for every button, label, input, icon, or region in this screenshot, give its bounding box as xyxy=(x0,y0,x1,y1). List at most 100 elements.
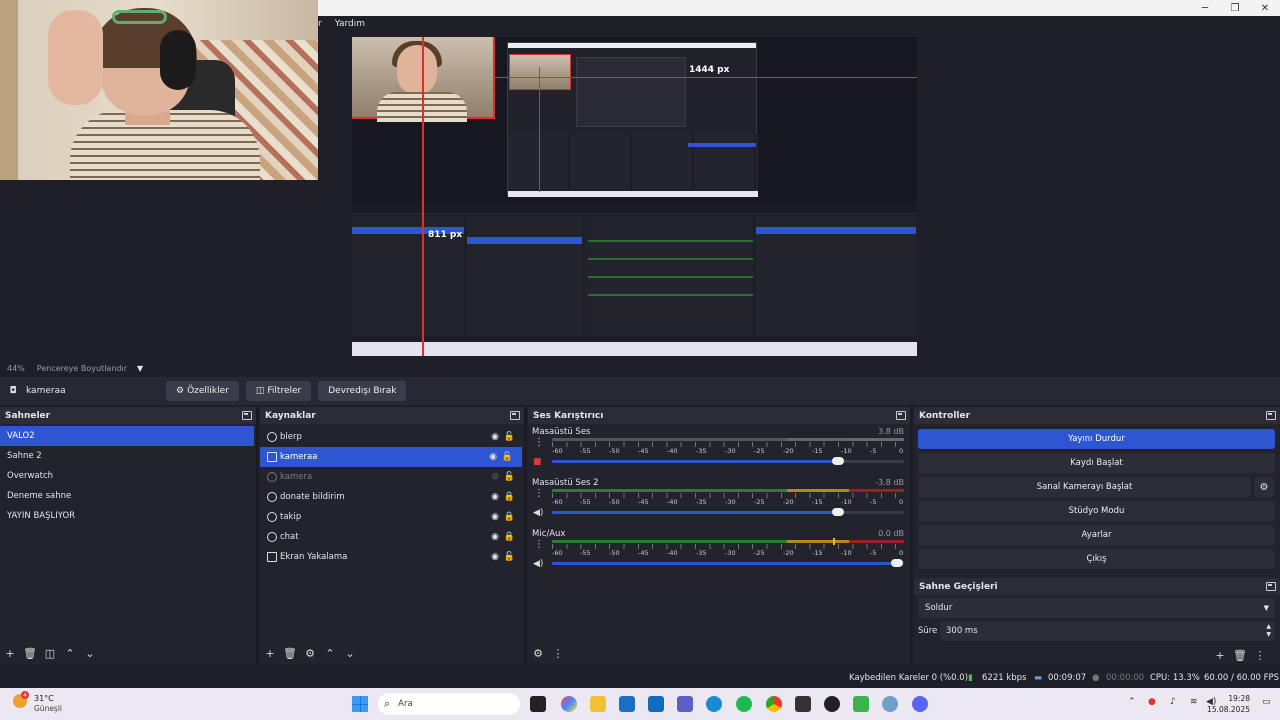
source-item[interactable]: takip ◉ 🔒 xyxy=(260,507,524,527)
menu-item-partial[interactable]: r xyxy=(318,19,327,29)
trash-icon[interactable]: 🗑 xyxy=(1230,649,1250,662)
start-virtual-camera-button[interactable]: Sanal Kamerayı Başlat xyxy=(918,477,1251,497)
arrow-down-icon[interactable]: ⌄ xyxy=(340,647,360,660)
menu-item-help[interactable]: Yardım xyxy=(327,19,370,29)
arrow-down-icon[interactable]: ⌄ xyxy=(80,647,100,660)
preview-canvas[interactable]: 1444 px 811 px xyxy=(352,37,917,356)
edge-icon[interactable] xyxy=(706,696,722,712)
volume-slider-handle[interactable] xyxy=(832,508,844,516)
undock-icon[interactable] xyxy=(242,411,252,420)
source-item[interactable]: chat ◉ 🔒 xyxy=(260,527,524,547)
source-item[interactable]: blerp ◉ 🔓 xyxy=(260,427,524,447)
volume-slider[interactable] xyxy=(552,460,838,463)
undock-icon[interactable] xyxy=(510,411,520,420)
scene-item[interactable]: YAYIN BAŞLIYOR xyxy=(0,506,256,526)
eye-hidden-icon[interactable]: ⊘ xyxy=(491,472,499,482)
copilot-icon[interactable] xyxy=(561,696,577,712)
trash-icon[interactable]: 🗑 xyxy=(20,647,40,660)
scene-item[interactable]: Overwatch xyxy=(0,466,256,486)
filters-button[interactable]: ◫ Filtreler xyxy=(245,381,312,401)
stop-streaming-button[interactable]: Yayını Durdur xyxy=(918,429,1275,449)
arrow-up-icon[interactable]: ⌃ xyxy=(320,647,340,660)
source-item[interactable]: Ekran Yakalama ◉ 🔓 xyxy=(260,547,524,567)
arrow-up-icon[interactable]: ⌃ xyxy=(60,647,80,660)
eye-icon[interactable]: ◉ xyxy=(491,432,499,442)
scene-item[interactable]: Sahne 2 xyxy=(0,446,256,466)
more-options-icon[interactable]: ⋮ xyxy=(534,437,544,448)
more-options-icon[interactable]: ⋮ xyxy=(548,647,568,660)
obs-icon[interactable] xyxy=(824,696,840,712)
volume-slider[interactable] xyxy=(552,562,897,565)
windows-start-icon[interactable] xyxy=(352,696,368,712)
deactivate-button[interactable]: Devredışı Bırak xyxy=(318,381,407,401)
eye-icon[interactable]: ◉ xyxy=(491,512,499,522)
lock-icon[interactable]: 🔒 xyxy=(504,492,515,502)
scene-item[interactable]: VALO2 xyxy=(0,426,254,446)
properties-button[interactable]: ⚙ Özellikler xyxy=(166,381,239,401)
trash-icon[interactable]: 🗑 xyxy=(280,647,300,660)
task-view-icon[interactable] xyxy=(530,696,546,712)
lock-icon[interactable]: 🔒 xyxy=(504,512,515,522)
unlock-icon[interactable]: 🔓 xyxy=(504,432,515,442)
source-item[interactable]: kamera ⊘ 🔓 xyxy=(260,467,524,487)
gear-icon[interactable]: ⚙ xyxy=(1254,477,1274,497)
microphone-icon[interactable]: ♪ xyxy=(1170,697,1176,707)
scene-item[interactable]: Deneme sahne xyxy=(0,486,256,506)
unlock-icon[interactable]: 🔓 xyxy=(504,472,515,482)
outlook-icon[interactable] xyxy=(648,696,664,712)
transition-select[interactable]: Soldur ▼ xyxy=(918,598,1275,618)
eye-icon[interactable]: ◉ xyxy=(491,552,499,562)
chevron-down-icon[interactable]: ▼ xyxy=(137,364,143,373)
add-icon[interactable]: + xyxy=(0,647,20,660)
close-icon[interactable]: ✕ xyxy=(1250,0,1280,16)
undock-icon[interactable] xyxy=(896,411,906,420)
source-item[interactable]: donate bildirim ◉ 🔒 xyxy=(260,487,524,507)
store-icon[interactable] xyxy=(619,696,635,712)
start-recording-button[interactable]: Kaydı Başlat xyxy=(918,453,1275,473)
discord-icon[interactable] xyxy=(912,696,928,712)
app-icon[interactable] xyxy=(795,696,811,712)
minimize-icon[interactable]: ─ xyxy=(1190,0,1220,16)
gear-icon[interactable]: ⚙ xyxy=(300,647,320,660)
teams-icon[interactable] xyxy=(677,696,693,712)
more-options-icon[interactable]: ⋮ xyxy=(534,488,544,499)
taskbar-clock[interactable]: 19:28 15.08.2025 xyxy=(1207,693,1250,715)
exit-button[interactable]: Çıkış xyxy=(918,549,1275,569)
unlock-icon[interactable]: 🔓 xyxy=(502,452,513,462)
speaker-icon[interactable]: ◀) xyxy=(533,508,543,518)
app-icon[interactable] xyxy=(853,696,869,712)
add-icon[interactable]: + xyxy=(1210,649,1230,662)
more-options-icon[interactable]: ⋮ xyxy=(534,539,544,550)
stepper-icon[interactable]: ▲ ▼ xyxy=(1266,623,1271,639)
volume-slider[interactable] xyxy=(552,511,838,514)
duration-field[interactable]: 300 ms ▲ ▼ xyxy=(940,621,1275,641)
zoom-mode[interactable]: Pencereye Boyutlandır xyxy=(37,364,127,373)
notification-icon[interactable]: ▭ xyxy=(1262,697,1271,707)
studio-mode-button[interactable]: Stüdyo Modu xyxy=(918,501,1275,521)
speaker-muted-icon[interactable]: ■ xyxy=(533,457,542,467)
chrome-icon[interactable] xyxy=(766,696,782,712)
more-options-icon[interactable]: ⋮ xyxy=(1250,649,1270,662)
spotify-icon[interactable] xyxy=(736,696,752,712)
undock-icon[interactable] xyxy=(1266,582,1276,591)
gear-icon[interactable]: ⚙ xyxy=(528,647,548,660)
chevron-up-icon[interactable]: ⌃ xyxy=(1128,697,1136,707)
app-icon[interactable] xyxy=(882,696,898,712)
volume-slider-handle[interactable] xyxy=(891,559,903,567)
tray-app-icon[interactable]: ● xyxy=(1148,697,1156,707)
maximize-icon[interactable]: ❐ xyxy=(1220,0,1250,16)
file-explorer-icon[interactable] xyxy=(590,696,606,712)
unlock-icon[interactable]: 🔓 xyxy=(504,552,515,562)
eye-icon[interactable]: ◉ xyxy=(491,532,499,542)
wifi-icon[interactable]: ≋ xyxy=(1190,697,1198,707)
lock-icon[interactable]: 🔒 xyxy=(504,532,515,542)
speaker-icon[interactable]: ◀) xyxy=(533,559,543,569)
eye-icon[interactable]: ◉ xyxy=(489,452,497,462)
settings-button[interactable]: Ayarlar xyxy=(918,525,1275,545)
source-item[interactable]: kameraa ◉ 🔓 xyxy=(260,447,522,467)
add-icon[interactable]: + xyxy=(260,647,280,660)
filter-icon[interactable]: ◫ xyxy=(40,647,60,660)
undock-icon[interactable] xyxy=(1266,411,1276,420)
volume-slider-handle[interactable] xyxy=(832,457,844,465)
taskbar-search[interactable]: ⌕ Ara xyxy=(378,693,520,715)
